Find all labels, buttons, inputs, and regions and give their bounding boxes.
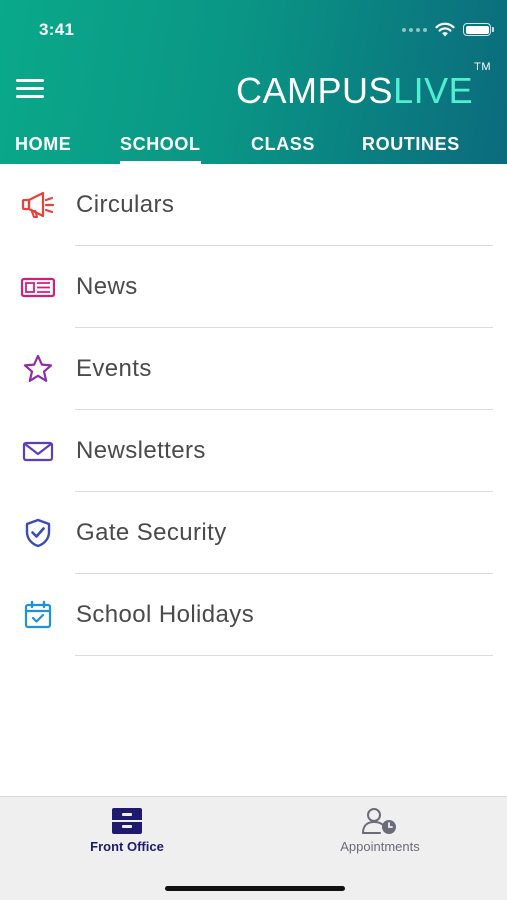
list-item-circulars[interactable]: Circulars (0, 164, 507, 246)
tab-school[interactable]: SCHOOL (120, 134, 201, 164)
shield-check-icon (25, 518, 51, 548)
list-item-label: Events (76, 355, 152, 382)
bottom-tab-appointments[interactable]: Appointments (290, 807, 470, 867)
school-menu-list: Circulars News Events Newsletters Gate S (0, 164, 507, 656)
tab-routines[interactable]: ROUTINES (362, 134, 460, 164)
list-item-label: School Holidays (76, 601, 255, 628)
person-clock-icon (362, 808, 396, 834)
tab-home[interactable]: HOME (15, 134, 71, 164)
hamburger-menu-icon[interactable] (16, 79, 45, 101)
newspaper-icon (21, 277, 55, 298)
bottom-tab-label: Front Office (90, 839, 164, 854)
brand-trademark: TM (474, 61, 491, 73)
bottom-tab-front-office[interactable]: Front Office (37, 807, 217, 867)
status-icons (402, 22, 494, 37)
list-item-events[interactable]: Events (0, 328, 507, 410)
list-item-newsletters[interactable]: Newsletters (0, 410, 507, 492)
tab-class[interactable]: CLASS (251, 134, 315, 164)
status-time: 3:41 (39, 20, 75, 39)
list-item-label: Circulars (76, 191, 175, 218)
bottom-tab-label: Appointments (340, 839, 420, 854)
list-item-label: Newsletters (76, 437, 206, 464)
app-header: 3:41 CAMPUSLIVETM HOME SCHOOL CLASS ROUT… (0, 0, 507, 164)
list-item-label: Gate Security (76, 519, 227, 546)
top-tabs: HOME SCHOOL CLASS ROUTINES (0, 134, 507, 164)
star-icon (23, 354, 53, 382)
bottom-nav-bar: Front Office Appointments (0, 796, 507, 900)
list-item-news[interactable]: News (0, 246, 507, 328)
home-indicator (165, 886, 345, 891)
list-item-school-holidays[interactable]: School Holidays (0, 574, 507, 656)
calendar-check-icon (24, 600, 52, 629)
brand-campus: CAMPUS (236, 70, 394, 111)
cabinet-icon (112, 808, 142, 834)
brand-logo: CAMPUSLIVETM (236, 61, 491, 112)
brand-live: LIVE (393, 70, 474, 111)
envelope-icon (22, 441, 54, 462)
battery-icon (463, 23, 494, 36)
megaphone-icon (21, 191, 55, 218)
list-item-gate-security[interactable]: Gate Security (0, 492, 507, 574)
list-item-label: News (76, 273, 138, 300)
wifi-icon (435, 22, 455, 37)
signal-dots-icon (402, 27, 427, 32)
divider (75, 655, 493, 656)
